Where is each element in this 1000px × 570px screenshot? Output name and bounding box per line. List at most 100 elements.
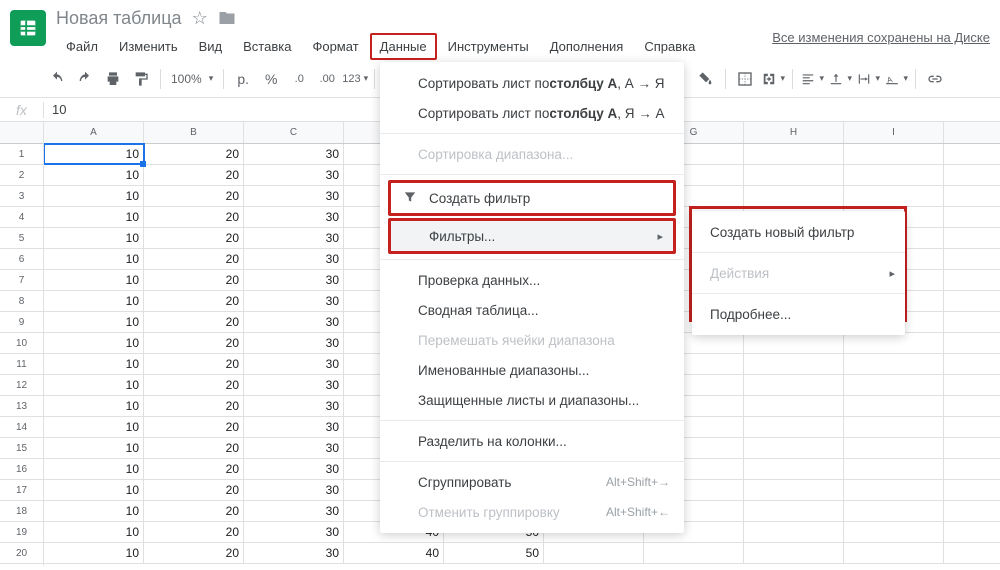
cell[interactable]: 10 <box>44 333 144 353</box>
row-header[interactable]: 13 <box>0 396 43 417</box>
cell[interactable]: 10 <box>44 459 144 479</box>
row-header[interactable]: 10 <box>0 333 43 354</box>
cell[interactable]: 20 <box>144 228 244 248</box>
link-button[interactable] <box>922 66 948 92</box>
cell[interactable]: 20 <box>144 207 244 227</box>
menu-addons[interactable]: Дополнения <box>540 33 634 60</box>
cell[interactable] <box>844 480 944 500</box>
valign-button[interactable] <box>827 66 853 92</box>
cell[interactable]: 20 <box>144 165 244 185</box>
cell[interactable]: 40 <box>344 543 444 563</box>
cell[interactable]: 30 <box>244 417 344 437</box>
wrap-button[interactable] <box>855 66 881 92</box>
cell[interactable] <box>844 354 944 374</box>
cell[interactable]: 20 <box>144 354 244 374</box>
cell[interactable] <box>844 165 944 185</box>
cell[interactable]: 20 <box>144 396 244 416</box>
menu-group[interactable]: СгруппироватьAlt+Shift+→ <box>380 467 684 497</box>
fill-color-button[interactable] <box>693 66 719 92</box>
row-header[interactable]: 5 <box>0 228 43 249</box>
select-all-corner[interactable] <box>0 122 43 144</box>
row-header[interactable]: 14 <box>0 417 43 438</box>
cell[interactable]: 10 <box>44 165 144 185</box>
cell[interactable]: 30 <box>244 228 344 248</box>
cell[interactable]: 30 <box>244 396 344 416</box>
cell[interactable]: 10 <box>44 144 144 164</box>
formula-input[interactable]: 10 <box>44 102 66 117</box>
cell[interactable]: 20 <box>144 333 244 353</box>
cell[interactable]: 20 <box>144 249 244 269</box>
cell[interactable] <box>744 144 844 164</box>
cell[interactable]: 30 <box>244 291 344 311</box>
cell[interactable]: 10 <box>44 228 144 248</box>
cell[interactable]: 30 <box>244 165 344 185</box>
cell[interactable]: 30 <box>244 354 344 374</box>
cell[interactable] <box>844 186 944 206</box>
cell[interactable]: 30 <box>244 522 344 542</box>
menu-edit[interactable]: Изменить <box>109 33 188 60</box>
menu-data[interactable]: Данные <box>370 33 437 60</box>
cell[interactable]: 10 <box>44 396 144 416</box>
halign-button[interactable] <box>799 66 825 92</box>
number-format-select[interactable]: 123 <box>342 66 368 92</box>
cell[interactable] <box>844 543 944 563</box>
column-header[interactable]: A <box>44 122 144 143</box>
cell[interactable]: 20 <box>144 270 244 290</box>
cell[interactable] <box>844 459 944 479</box>
cell[interactable] <box>844 396 944 416</box>
redo-button[interactable] <box>72 66 98 92</box>
cell[interactable]: 10 <box>44 207 144 227</box>
cell[interactable] <box>744 354 844 374</box>
cell[interactable]: 20 <box>144 501 244 521</box>
cell[interactable]: 20 <box>144 543 244 563</box>
row-header[interactable]: 12 <box>0 375 43 396</box>
increase-decimal-button[interactable]: .00 <box>314 66 340 92</box>
menu-data-validation[interactable]: Проверка данных... <box>380 265 684 295</box>
submenu-more[interactable]: Подробнее... <box>692 299 905 329</box>
column-header[interactable]: C <box>244 122 344 143</box>
paint-format-button[interactable] <box>128 66 154 92</box>
menu-format[interactable]: Формат <box>302 33 368 60</box>
cell[interactable]: 20 <box>144 144 244 164</box>
sheets-logo[interactable] <box>10 10 46 46</box>
cell[interactable]: 30 <box>244 375 344 395</box>
merge-button[interactable] <box>760 66 786 92</box>
cell[interactable]: 30 <box>244 501 344 521</box>
cell[interactable]: 10 <box>44 270 144 290</box>
cell[interactable] <box>744 522 844 542</box>
menu-named-ranges[interactable]: Именованные диапазоны... <box>380 355 684 385</box>
cell[interactable]: 10 <box>44 438 144 458</box>
column-header[interactable]: H <box>744 122 844 143</box>
cell[interactable] <box>744 480 844 500</box>
row-header[interactable]: 11 <box>0 354 43 375</box>
rotate-button[interactable]: A <box>883 66 909 92</box>
row-header[interactable]: 4 <box>0 207 43 228</box>
zoom-select[interactable]: 100% <box>167 72 217 86</box>
row-header[interactable]: 1 <box>0 144 43 165</box>
cell[interactable] <box>744 438 844 458</box>
cell[interactable]: 30 <box>244 207 344 227</box>
menu-view[interactable]: Вид <box>189 33 233 60</box>
cell[interactable] <box>744 396 844 416</box>
percent-button[interactable]: % <box>258 66 284 92</box>
folder-icon[interactable] <box>218 8 236 29</box>
cell[interactable] <box>744 375 844 395</box>
menu-sort-az[interactable]: Сортировать лист по столбцу A, А → Я <box>380 68 684 98</box>
cell[interactable]: 50 <box>444 543 544 563</box>
cell[interactable] <box>744 186 844 206</box>
menu-sort-za[interactable]: Сортировать лист по столбцу A, Я → А <box>380 98 684 128</box>
menu-create-filter[interactable]: Создать фильтр <box>391 183 673 213</box>
cell[interactable]: 20 <box>144 459 244 479</box>
cell[interactable]: 20 <box>144 480 244 500</box>
cell[interactable] <box>844 501 944 521</box>
row-header[interactable]: 9 <box>0 312 43 333</box>
menu-insert[interactable]: Вставка <box>233 33 301 60</box>
cell[interactable]: 10 <box>44 417 144 437</box>
cell[interactable]: 30 <box>244 480 344 500</box>
cell[interactable]: 10 <box>44 375 144 395</box>
cell[interactable]: 10 <box>44 522 144 542</box>
cell[interactable] <box>844 375 944 395</box>
currency-button[interactable]: р. <box>230 66 256 92</box>
cell[interactable] <box>744 543 844 563</box>
cell[interactable]: 30 <box>244 459 344 479</box>
